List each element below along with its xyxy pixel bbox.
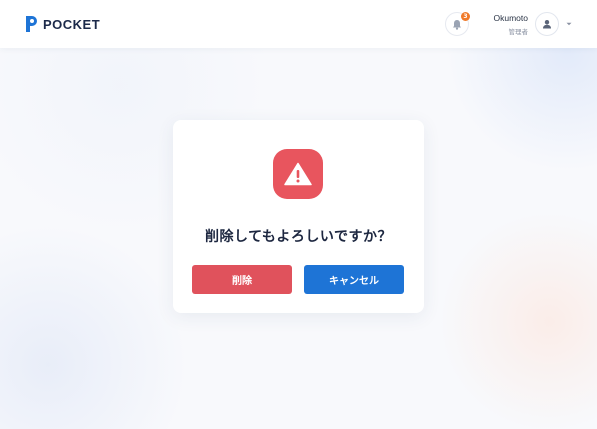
warning-icon [284, 162, 312, 186]
user-info[interactable]: Okumoto 管理者 [494, 13, 529, 36]
brand-name: POCKET [43, 16, 101, 32]
cancel-button[interactable]: キャンセル [304, 265, 404, 294]
avatar[interactable] [535, 12, 559, 36]
confirm-dialog: 削除してもよろしいですか？ 削除 キャンセル [173, 120, 424, 313]
warning-badge [273, 149, 323, 199]
top-header: POCKET 3 Okumoto 管理者 [0, 0, 597, 48]
user-icon [543, 20, 551, 29]
logo-icon [26, 16, 37, 32]
notification-button[interactable]: 3 [445, 12, 470, 36]
bell-icon [453, 19, 461, 30]
brand-logo[interactable]: POCKET [24, 14, 100, 34]
delete-button[interactable]: 削除 [192, 265, 292, 294]
dialog-question: 削除してもよろしいですか？ [205, 229, 392, 245]
user-role: 管理者 [508, 28, 529, 36]
user-name: Okumoto [493, 13, 529, 23]
notification-badge: 3 [461, 12, 470, 21]
chevron-down-icon[interactable] [566, 21, 572, 27]
